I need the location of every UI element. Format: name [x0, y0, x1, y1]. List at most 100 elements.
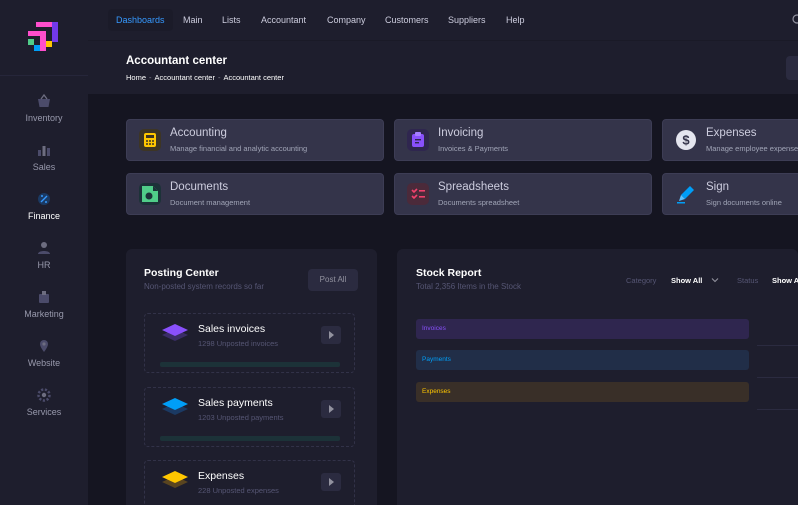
nav-help[interactable]: Help — [498, 9, 533, 31]
play-button[interactable] — [321, 400, 341, 418]
stock-row-expenses[interactable]: Expenses — [416, 382, 749, 402]
posting-item-title: Expenses — [198, 470, 245, 482]
sidebar-item-hr[interactable]: HR — [0, 240, 88, 288]
card-description: Manage employee expenses — [706, 144, 798, 153]
play-icon — [329, 478, 334, 486]
top-navigation: Dashboards Main Lists Accountant Company… — [88, 0, 798, 40]
checklist-icon — [407, 183, 429, 205]
play-button[interactable] — [321, 326, 341, 344]
posting-item-expenses[interactable]: Expenses 228 Unposted expenses — [144, 460, 355, 505]
posting-item-sales-payments[interactable]: Sales payments 1203 Unposted payments — [144, 387, 355, 447]
stock-report-title: Stock Report — [416, 267, 482, 279]
posting-item-title: Sales payments — [198, 397, 273, 409]
nav-accountant[interactable]: Accountant — [253, 9, 314, 31]
posting-center-title: Posting Center — [144, 267, 219, 279]
card-title: Documents — [170, 181, 229, 193]
card-title: Expenses — [706, 127, 757, 139]
stock-row-payments[interactable]: Payments — [416, 350, 749, 370]
sidebar-item-label: Marketing — [24, 309, 64, 319]
sidebar-item-label: HR — [37, 260, 51, 270]
header-action-button[interactable] — [786, 56, 798, 80]
breadcrumb-item[interactable]: Accountant center — [155, 73, 215, 82]
logo-area — [0, 0, 88, 76]
sidebar-item-label: Website — [27, 358, 61, 368]
svg-text:$: $ — [682, 133, 690, 148]
nav-suppliers[interactable]: Suppliers — [440, 9, 494, 31]
breadcrumb-current: Accountant center — [223, 73, 284, 82]
sidebar-item-services[interactable]: Services — [0, 387, 88, 435]
nav-dashboards[interactable]: Dashboards — [108, 9, 173, 31]
card-sign[interactable]: Sign Sign documents online — [662, 173, 798, 215]
progress-bar — [160, 362, 340, 367]
sidebar-item-label: Services — [26, 407, 62, 417]
card-description: Sign documents online — [706, 198, 782, 207]
gear-icon — [37, 388, 51, 402]
status-filter-label: Status — [737, 276, 759, 285]
sidebar-item-label: Inventory — [25, 113, 63, 123]
search-icon[interactable] — [791, 13, 798, 25]
breadcrumb: Home - Accountant center - Accountant center — [126, 73, 284, 82]
chart-icon — [38, 146, 50, 156]
sidebar-item-finance[interactable]: Finance — [0, 191, 88, 239]
posting-center-subtitle: Non-posted system records so far — [144, 282, 265, 291]
card-documents[interactable]: Documents Document management — [126, 173, 384, 215]
website-icon — [40, 340, 48, 352]
sidebar-item-label: Finance — [27, 211, 61, 221]
sidebar: Inventory Sales Finance HR Marketing Web… — [0, 0, 88, 505]
nav-customers[interactable]: Customers — [377, 9, 437, 31]
card-accounting[interactable]: Accounting Manage financial and analytic… — [126, 119, 384, 161]
layers-icon — [162, 324, 188, 341]
calculator-icon — [139, 129, 161, 151]
sidebar-item-marketing[interactable]: Marketing — [0, 289, 88, 337]
card-title: Accounting — [170, 127, 227, 139]
sidebar-item-inventory[interactable]: Inventory — [0, 93, 88, 141]
sidebar-item-website[interactable]: Website — [0, 338, 88, 386]
basket-icon — [38, 93, 50, 107]
posting-item-sales-invoices[interactable]: Sales invoices 1298 Unposted invoices — [144, 313, 355, 373]
layers-icon — [162, 398, 188, 415]
clipboard-icon — [407, 129, 429, 151]
layers-icon — [162, 471, 188, 488]
page-header: Accountant center Home - Accountant center… — [88, 40, 798, 94]
card-description: Document management — [170, 198, 251, 207]
app-window: Inventory Sales Finance HR Marketing Web… — [0, 0, 798, 505]
stock-report-subtitle: Total 2,356 Items in the Stock — [416, 282, 521, 291]
page-title: Accountant center — [126, 55, 227, 67]
breadcrumb-home[interactable]: Home — [126, 73, 146, 82]
dollar-icon: $ — [675, 129, 697, 151]
nav-company[interactable]: Company — [319, 9, 374, 31]
stock-report-panel: Stock Report Total 2,356 Items in the St… — [397, 249, 798, 505]
nav-main[interactable]: Main — [175, 9, 211, 31]
marketing-icon — [39, 291, 49, 303]
progress-bar — [160, 436, 340, 441]
row-divider — [757, 409, 798, 410]
nav-lists[interactable]: Lists — [214, 9, 249, 31]
card-spreadsheets[interactable]: Spreadsheets Documents spreadsheet — [394, 173, 652, 215]
play-icon — [329, 405, 334, 413]
play-button[interactable] — [321, 473, 341, 491]
posting-item-subtitle: 1298 Unposted invoices — [198, 339, 279, 348]
post-all-button[interactable]: Post All — [308, 269, 358, 291]
category-filter-label: Category — [626, 276, 657, 285]
card-title: Spreadsheets — [438, 181, 509, 193]
posting-center-panel: Posting Center Non-posted system records… — [126, 249, 377, 505]
category-filter-select[interactable]: Show All — [671, 276, 702, 285]
card-title: Sign — [706, 181, 730, 193]
stock-row-invoices[interactable]: Invoices — [416, 319, 749, 339]
sidebar-item-sales[interactable]: Sales — [0, 142, 88, 190]
document-icon — [139, 183, 161, 205]
card-invoicing[interactable]: Invoicing Invoices & Payments — [394, 119, 652, 161]
card-description: Manage financial and analytic accounting — [170, 144, 308, 153]
people-icon — [38, 242, 50, 254]
logo-icon[interactable] — [26, 20, 62, 56]
card-expenses[interactable]: $ Expenses Manage employee expenses — [662, 119, 798, 161]
sidebar-item-label: Sales — [32, 162, 56, 172]
card-description: Invoices & Payments — [438, 144, 509, 153]
status-filter-select[interactable]: Show All — [772, 276, 798, 285]
finance-icon — [38, 193, 50, 205]
posting-item-title: Sales invoices — [198, 323, 266, 335]
posting-item-subtitle: 228 Unposted expenses — [198, 486, 279, 495]
posting-item-subtitle: 1203 Unposted payments — [198, 413, 284, 422]
chevron-down-icon[interactable] — [711, 276, 719, 284]
play-icon — [329, 331, 334, 339]
